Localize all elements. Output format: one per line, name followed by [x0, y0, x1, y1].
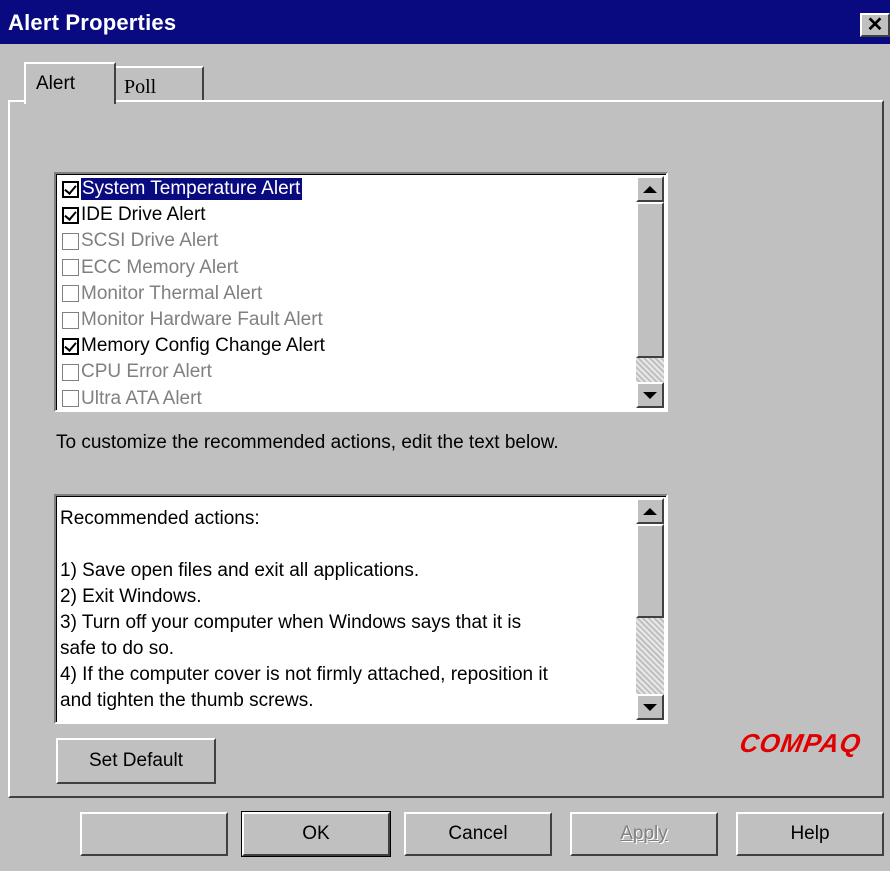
alert-label: ECC Memory Alert	[81, 256, 239, 278]
scroll-up-button[interactable]	[636, 498, 664, 524]
alert-list-item[interactable]: IDE Drive Alert	[59, 202, 631, 228]
alert-list-item[interactable]: System Temperature Alert	[59, 176, 631, 202]
help-button[interactable]: Help	[736, 812, 884, 856]
alert-checkbox[interactable]	[62, 259, 79, 277]
scroll-thumb[interactable]	[636, 202, 664, 358]
alert-checkbox[interactable]	[62, 390, 79, 408]
tab-alert-label: Alert	[36, 73, 76, 94]
actions-line: 1) Save open files and exit all applicat…	[60, 560, 420, 581]
actions-line: 3) Turn off your computer when Windows s…	[60, 612, 522, 633]
alert-list-item[interactable]: Ultra ATA Alert	[59, 386, 631, 412]
tab-poll[interactable]: Poll	[114, 66, 204, 100]
alert-list-item[interactable]: ECC Memory Alert	[59, 255, 631, 281]
alert-list-item[interactable]: Monitor Thermal Alert	[59, 281, 631, 307]
alert-label: SCSI Drive Alert	[81, 230, 219, 252]
scroll-up-button[interactable]	[636, 176, 664, 202]
blank-button[interactable]	[80, 812, 228, 856]
scroll-thumb[interactable]	[636, 524, 664, 618]
arrow-down-icon	[643, 391, 657, 399]
alert-checkbox[interactable]	[62, 180, 79, 198]
actions-line	[60, 532, 630, 558]
alert-label: Monitor Thermal Alert	[81, 282, 263, 304]
title-bar[interactable]: Alert Properties ✕	[0, 0, 890, 44]
apply-button[interactable]: Apply	[570, 812, 718, 856]
alert-list-item[interactable]: Memory Config Change Alert	[59, 333, 631, 359]
actions-line: and tighten the thumb screws.	[60, 690, 314, 711]
actions-line: 4) If the computer cover is not firmly a…	[60, 664, 548, 685]
scroll-down-button[interactable]	[636, 382, 664, 408]
alert-properties-dialog: Alert Properties ✕ Alert Poll System Tem…	[0, 0, 890, 871]
alert-label: IDE Drive Alert	[81, 204, 206, 226]
instruction-text: To customize the recommended actions, ed…	[56, 432, 559, 453]
close-button[interactable]: ✕	[860, 13, 890, 37]
alert-checkbox[interactable]	[62, 337, 79, 355]
ok-button[interactable]: OK	[241, 811, 391, 857]
alert-checkbox[interactable]	[62, 311, 79, 329]
alert-label: Ultra ATA Alert	[81, 387, 202, 409]
apply-button-label: Apply	[620, 823, 668, 844]
alert-list-scrollbar[interactable]	[636, 176, 664, 408]
alert-label: Monitor Hardware Fault Alert	[81, 309, 323, 331]
alert-label: Memory Config Change Alert	[81, 335, 325, 357]
actions-scrollbar[interactable]	[636, 498, 664, 720]
recommended-actions-textarea[interactable]: Recommended actions: 1) Save open files a…	[54, 494, 668, 724]
recommended-actions-text[interactable]: Recommended actions: 1) Save open files a…	[60, 506, 630, 714]
tab-poll-label: Poll	[124, 76, 157, 98]
arrow-up-icon	[643, 185, 657, 193]
window-title: Alert Properties	[8, 10, 177, 35]
alert-list-item[interactable]: Monitor Hardware Fault Alert	[59, 307, 631, 333]
actions-line: 2) Exit Windows.	[60, 586, 202, 607]
scroll-down-button[interactable]	[636, 694, 664, 720]
alert-label: System Temperature Alert	[81, 178, 303, 201]
set-default-button[interactable]: Set Default	[56, 738, 216, 784]
compaq-logo: COMPAQ	[737, 728, 864, 758]
actions-line: Recommended actions:	[60, 508, 260, 529]
alert-list-item[interactable]: SCSI Drive Alert	[59, 228, 631, 254]
tab-alert[interactable]: Alert	[24, 62, 116, 104]
alert-label: CPU Error Alert	[81, 361, 212, 383]
close-icon: ✕	[866, 14, 884, 36]
alert-checkbox[interactable]	[62, 232, 79, 250]
cancel-button[interactable]: Cancel	[404, 812, 552, 856]
alert-checkbox[interactable]	[62, 285, 79, 303]
alert-list-item[interactable]: CPU Error Alert	[59, 359, 631, 385]
alert-checkbox[interactable]	[62, 206, 79, 224]
alert-list[interactable]: System Temperature Alert IDE Drive Alert S…	[54, 172, 668, 412]
arrow-up-icon	[643, 507, 657, 515]
actions-line: safe to do so.	[60, 638, 175, 659]
arrow-down-icon	[643, 703, 657, 711]
alert-checkbox[interactable]	[62, 363, 79, 381]
alert-list-items: System Temperature Alert IDE Drive Alert S…	[59, 176, 631, 412]
